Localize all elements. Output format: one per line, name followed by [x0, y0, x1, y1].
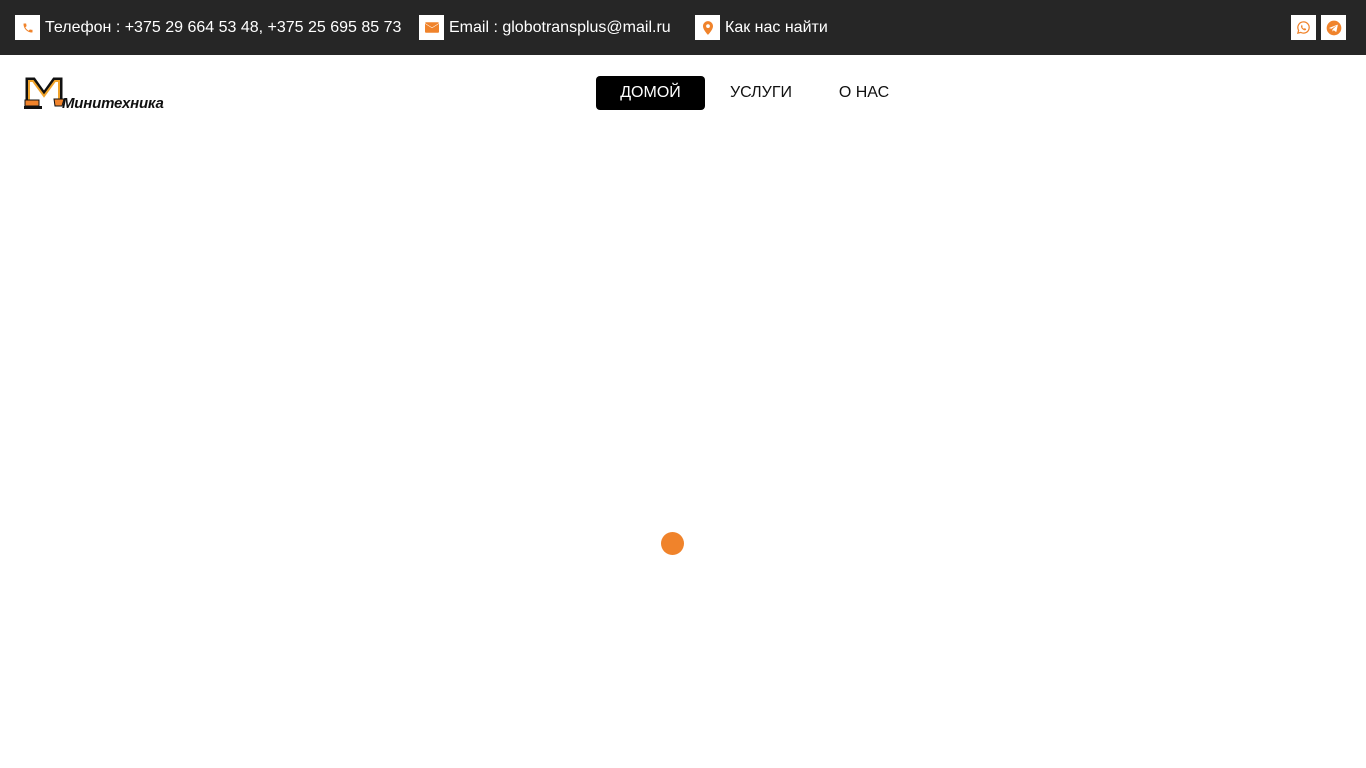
- envelope-icon: [419, 15, 444, 40]
- location-link[interactable]: Как нас найти: [695, 15, 828, 40]
- telegram-icon: [1326, 20, 1341, 35]
- nav-about[interactable]: О НАС: [828, 76, 900, 110]
- email-text: Email : globotransplus@mail.ru: [449, 18, 671, 36]
- loading-dot-icon: [661, 532, 684, 555]
- nav-services-label: УСЛУГИ: [729, 84, 792, 101]
- email-contact[interactable]: Email : globotransplus@mail.ru: [419, 15, 671, 40]
- logo-text: Минитехника: [62, 95, 164, 112]
- main-header: Минитехника ДОМОЙ УСЛУГИ О НАС: [0, 55, 1366, 130]
- phone-text: Телефон : +375 29 664 53 48, +375 25 695…: [45, 18, 402, 36]
- telegram-button[interactable]: [1321, 15, 1346, 40]
- nav-home[interactable]: ДОМОЙ: [596, 76, 705, 110]
- nav-home-label: ДОМОЙ: [620, 84, 681, 101]
- phone-icon: [15, 15, 40, 40]
- site-logo[interactable]: Минитехника: [24, 73, 164, 113]
- map-pin-icon: [695, 15, 720, 40]
- phone-contact[interactable]: Телефон : +375 29 664 53 48, +375 25 695…: [15, 15, 401, 40]
- nav-about-label: О НАС: [838, 84, 890, 101]
- top-contact-bar: Телефон : +375 29 664 53 48, +375 25 695…: [0, 0, 1366, 55]
- excavator-logo-icon: [24, 77, 65, 109]
- whatsapp-icon: [1296, 21, 1310, 35]
- location-text: Как нас найти: [725, 18, 828, 36]
- whatsapp-button[interactable]: [1291, 15, 1316, 40]
- nav-services[interactable]: УСЛУГИ: [718, 76, 804, 110]
